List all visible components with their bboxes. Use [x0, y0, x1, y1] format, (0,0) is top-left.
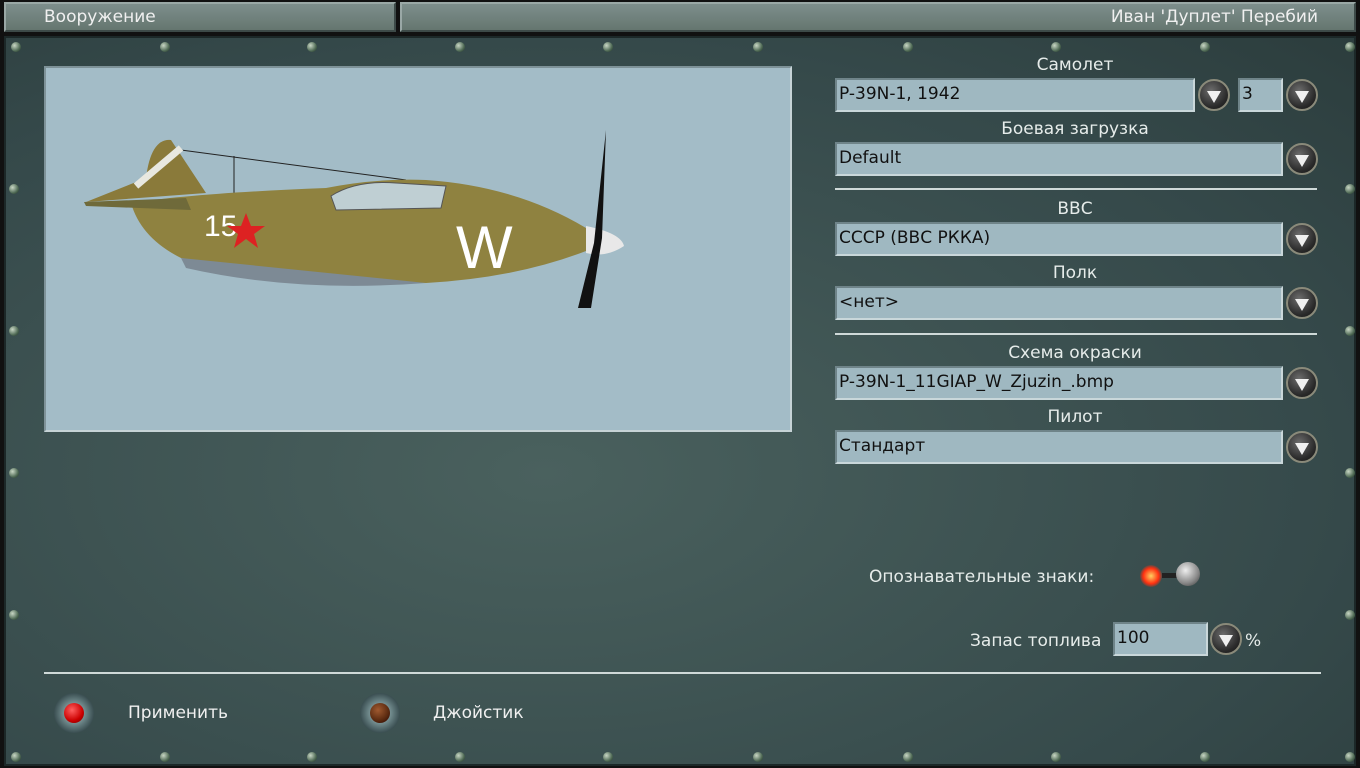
screw-icon: [603, 42, 613, 52]
screw-icon: [903, 42, 913, 52]
aircraft-preview: 15 W: [44, 66, 792, 432]
screw-icon: [1051, 42, 1061, 52]
screw-icon: [1051, 752, 1061, 762]
tab-armament[interactable]: Вооружение: [4, 2, 396, 32]
joystick-button[interactable]: [360, 693, 400, 733]
airforce-select[interactable]: СССР (ВВС РККА): [835, 222, 1283, 256]
regiment-label: Полк: [1052, 263, 1098, 283]
screw-icon: [1345, 326, 1355, 336]
aircraft-label: Самолет: [1036, 55, 1114, 75]
fuel-dropdown-icon[interactable]: [1210, 623, 1242, 655]
screw-icon: [307, 752, 317, 762]
aircraft-dropdown-icon[interactable]: [1198, 79, 1230, 111]
screw-icon: [1345, 468, 1355, 478]
pilot-dropdown-icon[interactable]: [1286, 431, 1318, 463]
markings-toggle[interactable]: [1140, 562, 1204, 588]
fuel-label: Запас топлива: [970, 631, 1102, 651]
screw-icon: [11, 752, 21, 762]
pilot-select[interactable]: Стандарт: [835, 430, 1283, 464]
divider: [835, 188, 1317, 190]
screw-icon: [455, 42, 465, 52]
screw-icon: [455, 752, 465, 762]
screw-icon: [307, 42, 317, 52]
skin-select[interactable]: P-39N-1_11GIAP_W_Zjuzin_.bmp: [835, 366, 1283, 400]
divider: [44, 672, 1321, 674]
indicator-light-icon: [1140, 565, 1162, 587]
screw-icon: [1345, 610, 1355, 620]
screw-icon: [160, 42, 170, 52]
markings-label: Опознавательные знаки:: [869, 567, 1095, 587]
screw-icon: [11, 42, 21, 52]
pilot-label: Пилот: [1047, 407, 1103, 427]
screw-icon: [1345, 184, 1355, 194]
screw-icon: [9, 468, 19, 478]
apply-button[interactable]: [54, 693, 94, 733]
skin-dropdown-icon[interactable]: [1286, 367, 1318, 399]
airforce-dropdown-icon[interactable]: [1286, 223, 1318, 255]
screw-icon: [753, 752, 763, 762]
screw-icon: [1345, 42, 1355, 52]
joystick-label[interactable]: Джойстик: [433, 703, 524, 723]
loadout-select[interactable]: Default: [835, 142, 1283, 176]
screw-icon: [1200, 42, 1210, 52]
screw-icon: [753, 42, 763, 52]
regiment-dropdown-icon[interactable]: [1286, 287, 1318, 319]
screw-icon: [9, 326, 19, 336]
screw-icon: [9, 610, 19, 620]
aircraft-number-select[interactable]: 3: [1238, 78, 1283, 112]
screw-icon: [903, 752, 913, 762]
aircraft-image: 15 W: [84, 130, 624, 308]
loadout-dropdown-icon[interactable]: [1286, 143, 1318, 175]
screw-icon: [160, 752, 170, 762]
screw-icon: [1345, 752, 1355, 762]
skin-label: Схема окраски: [1008, 343, 1142, 363]
screw-icon: [9, 184, 19, 194]
fuel-input[interactable]: 100: [1113, 622, 1208, 656]
screw-icon: [1200, 752, 1210, 762]
divider: [835, 333, 1317, 335]
airforce-label: ВВС: [1057, 199, 1093, 219]
fuel-unit: %: [1245, 631, 1262, 651]
toggle-switch-icon: [1176, 562, 1200, 586]
aircraft-select[interactable]: P-39N-1, 1942: [835, 78, 1195, 112]
pilot-name-tab: Иван 'Дуплет' Перебий: [400, 2, 1356, 32]
loadout-label: Боевая загрузка: [1001, 119, 1149, 139]
regiment-select[interactable]: <нет>: [835, 286, 1283, 320]
screw-icon: [603, 752, 613, 762]
marking-letter: W: [456, 214, 513, 281]
apply-label[interactable]: Применить: [128, 703, 228, 723]
number-dropdown-icon[interactable]: [1286, 79, 1318, 111]
